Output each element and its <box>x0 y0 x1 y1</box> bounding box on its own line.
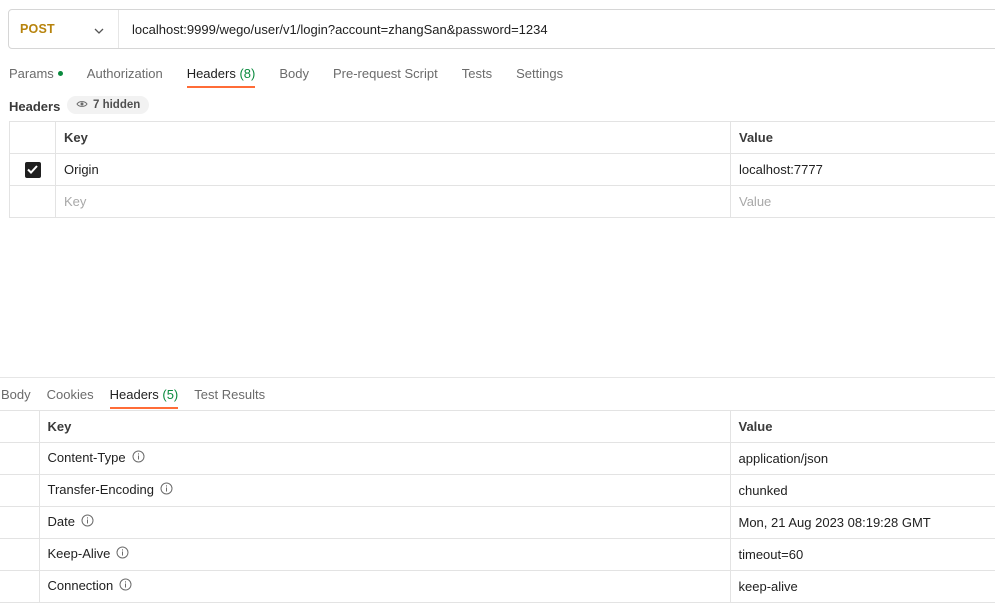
response-tab-test-results[interactable]: Test Results <box>194 387 265 409</box>
eye-icon <box>76 99 88 111</box>
method-select[interactable]: POST <box>9 10 119 48</box>
tab-tests[interactable]: Tests <box>462 66 492 88</box>
response-header-key: Connection <box>47 578 114 594</box>
headers-section-title: Headers <box>9 99 61 114</box>
response-header-value: keep-alive <box>729 570 995 603</box>
params-indicator-dot <box>57 71 63 77</box>
info-icon[interactable] <box>132 450 145 466</box>
url-bar: POST <box>8 9 995 49</box>
enable-header-checkbox[interactable] <box>24 161 41 178</box>
url-input[interactable] <box>119 10 995 48</box>
response-value-column-header: Value <box>729 410 995 443</box>
request-headers-table: Key Value Origin localhost:7777 Key Valu… <box>9 121 995 218</box>
response-header-value: Mon, 21 Aug 2023 08:19:28 GMT <box>729 506 995 539</box>
response-headers-count: (5) <box>162 387 179 402</box>
key-column-header: Key <box>55 121 731 154</box>
response-tab-body[interactable]: Body <box>1 387 31 409</box>
response-tab-headers[interactable]: Headers (5) <box>109 387 179 409</box>
table-row: Transfer-Encoding chunked <box>0 474 995 507</box>
new-value-input[interactable]: Value <box>730 185 995 218</box>
response-tab-cookies[interactable]: Cookies <box>47 387 94 409</box>
tab-settings[interactable]: Settings <box>516 66 563 88</box>
response-header-key: Content-Type <box>47 450 126 466</box>
tab-headers[interactable]: Headers (8) <box>186 66 256 88</box>
table-row: Keep-Alive timeout=60 <box>0 538 995 571</box>
value-column-header: Value <box>730 121 995 154</box>
tab-params[interactable]: Params <box>9 66 63 88</box>
method-label: POST <box>20 22 55 36</box>
pane-divider[interactable] <box>0 377 995 378</box>
table-row: Date Mon, 21 Aug 2023 08:19:28 GMT <box>0 506 995 539</box>
response-header-key: Transfer-Encoding <box>47 482 154 498</box>
checkbox-column-header <box>9 121 56 154</box>
request-tabs: Params Authorization Headers (8) Body Pr… <box>9 66 587 88</box>
table-row: Origin localhost:7777 <box>9 153 995 186</box>
info-icon[interactable] <box>160 482 173 498</box>
info-icon[interactable] <box>119 578 132 594</box>
table-row: Content-Type application/json <box>0 442 995 475</box>
info-icon[interactable] <box>81 514 94 530</box>
hidden-headers-toggle[interactable]: 7 hidden <box>67 96 150 114</box>
table-row: Connection keep-alive <box>0 570 995 603</box>
header-key-cell[interactable]: Origin <box>55 153 731 186</box>
chevron-down-icon <box>94 22 104 37</box>
tab-pre-request-script[interactable]: Pre-request Script <box>333 66 438 88</box>
response-header-value: application/json <box>729 442 995 475</box>
hidden-count: 7 hidden <box>93 99 141 111</box>
response-header-value: chunked <box>729 474 995 507</box>
tab-authorization[interactable]: Authorization <box>87 66 163 88</box>
tab-body[interactable]: Body <box>279 66 309 88</box>
new-key-input[interactable]: Key <box>55 185 731 218</box>
table-row-placeholder: Key Value <box>9 185 995 218</box>
response-header-key: Keep-Alive <box>47 546 111 562</box>
headers-count: (8) <box>239 66 256 81</box>
response-header-value: timeout=60 <box>729 538 995 571</box>
response-key-column-header: Key <box>38 410 731 443</box>
response-headers-table: Key Value Content-Type application/json … <box>0 410 995 603</box>
header-value-cell[interactable]: localhost:7777 <box>730 153 995 186</box>
response-tabs: Body Cookies Headers (5) Test Results <box>1 387 281 409</box>
info-icon[interactable] <box>116 546 129 562</box>
check-icon <box>27 165 38 174</box>
response-header-key: Date <box>47 514 75 530</box>
